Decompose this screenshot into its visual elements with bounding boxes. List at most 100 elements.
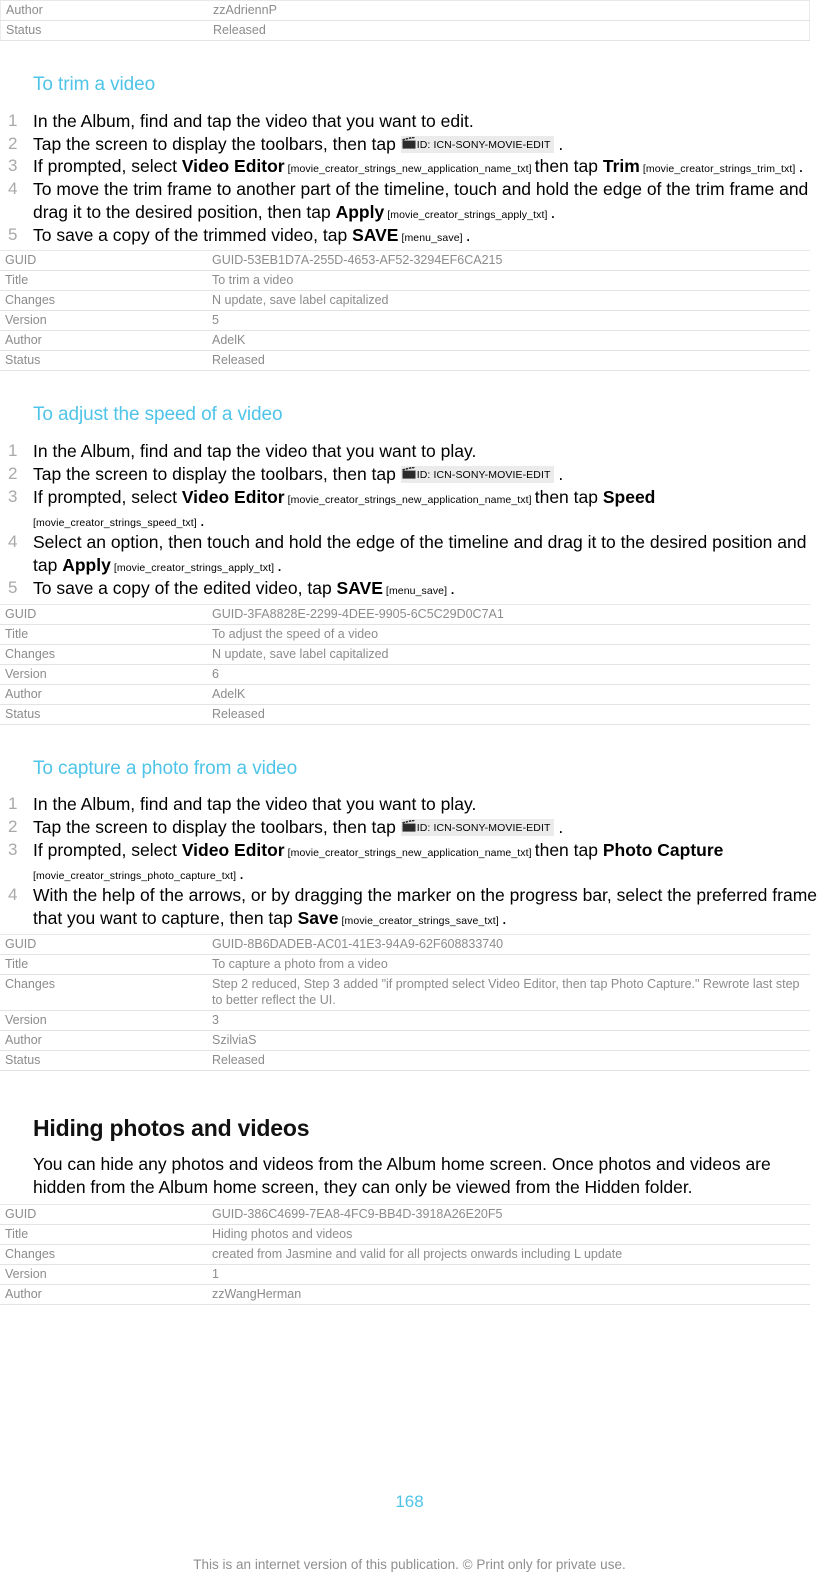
step-number: 3 [8, 839, 18, 859]
metadata-row: Title To capture a photo from a video [0, 953, 810, 975]
string-id: [menu_save] [398, 231, 466, 244]
string-id: [movie_creator_strings_apply_txt] [110, 562, 278, 575]
procedure-section: To capture a photo from a video 1 In the A… [0, 757, 819, 1071]
section-heading: To capture a photo from a video [33, 757, 298, 779]
metadata-key: Changes [0, 1243, 210, 1265]
metadata-value: AdelK [210, 683, 810, 705]
metadata-key: Version [0, 310, 210, 332]
metadata-value: 5 [210, 310, 810, 332]
string-id: [movie_creator_strings_new_application_n… [284, 846, 535, 859]
string-id: [movie_creator_strings_speed_txt] [33, 516, 200, 529]
step-number: 2 [8, 817, 18, 837]
metadata-key: GUID [0, 250, 210, 272]
step-number: 1 [8, 441, 18, 461]
metadata-key: Changes [0, 290, 210, 312]
metadata-value: N update, save label capitalized [210, 290, 810, 312]
icon-id-chip: ID: ICN-SONY-MOVIE-EDIT [400, 466, 554, 484]
procedure-section: To trim a video 1 In the Album, find and t… [0, 74, 819, 405]
movie-edit-clapperboard-icon [401, 136, 416, 149]
metadata-row: Changes N update, save label capitalized [0, 290, 810, 312]
metadata-key: Status [0, 1049, 210, 1071]
ui-term: Trim [602, 156, 640, 177]
step-number: 4 [8, 532, 18, 552]
metadata-rows: GUID GUID-386C4699-7EA8-4FC9-BB4D-3918A26… [0, 1203, 810, 1305]
ui-term: Apply [335, 201, 385, 222]
metadata-row: GUID GUID-53EB1D7A-255D-4653-AF52-3294EF6… [0, 250, 810, 272]
metadata-key: Status [0, 20, 211, 41]
metadata-rows: GUID GUID-3FA8828E-2299-4DEE-9905-6C5C29D… [0, 603, 810, 725]
metadata-key: Version [0, 663, 210, 685]
string-id: [movie_creator_strings_new_application_n… [284, 163, 535, 176]
icon-id-label: ID: ICN-SONY-MOVIE-EDIT [416, 822, 551, 835]
metadata-row: GUID GUID-8B6DADEB-AC01-41E3-94A9-62F6088… [0, 933, 810, 955]
metadata-value: GUID-3FA8828E-2299-4DEE-9905-6C5C29D0C7A… [210, 603, 810, 625]
step-item: 3 If prompted, select Video Editor [movie… [8, 486, 656, 530]
metadata-table-section: GUID GUID-53EB1D7A-255D-4653-AF52-3294EF6… [0, 250, 810, 372]
step-list: 1 In the Album, find and tap the video th… [0, 440, 819, 599]
step-item: 2 Tap the screen to display the toolbars,… [8, 464, 564, 485]
metadata-value: Hiding photos and videos [210, 1223, 810, 1245]
metadata-row: Version 1 [0, 1263, 810, 1285]
movie-edit-clapperboard-icon [401, 467, 416, 479]
metadata-row: Changes Step 2 reduced, Step 3 added "if … [0, 973, 810, 1011]
section-heading: To adjust the speed of a video [33, 404, 283, 426]
metadata-rows: GUID GUID-8B6DADEB-AC01-41E3-94A9-62F6088… [0, 933, 810, 1071]
sections-container: To trim a video 1 In the Album, find and t… [0, 74, 819, 1071]
ui-term: Photo Capture [602, 839, 724, 860]
metadata-row: Title To trim a video [0, 270, 810, 292]
icon-id-chip: ID: ICN-SONY-MOVIE-EDIT [400, 135, 554, 153]
string-id: [movie_creator_strings_new_application_n… [284, 493, 535, 506]
step-number: 5 [8, 224, 18, 244]
metadata-table-section: GUID GUID-3FA8828E-2299-4DEE-9905-6C5C29D… [0, 603, 810, 725]
step-item: 1 In the Album, find and tap the video th… [8, 110, 474, 131]
metadata-row: GUID GUID-386C4699-7EA8-4FC9-BB4D-3918A26… [0, 1203, 810, 1225]
step-number: 4 [8, 179, 18, 199]
metadata-value: 1 [210, 1263, 810, 1285]
step-number: 1 [8, 110, 18, 130]
metadata-value: GUID-8B6DADEB-AC01-41E3-94A9-62F60883374… [210, 933, 810, 955]
metadata-row: Status Released [0, 1049, 810, 1071]
step-item: 2 Tap the screen to display the toolbars,… [8, 817, 564, 838]
metadata-value: AdelK [210, 330, 810, 352]
step-item: 4 Select an option, then touch and hold t… [8, 532, 807, 576]
metadata-key: Version [0, 1009, 210, 1031]
metadata-key: Title [0, 270, 210, 292]
chapter-body-text: You can hide any photos and videos from … [33, 1154, 771, 1198]
metadata-key: GUID [0, 603, 210, 625]
step-number: 2 [8, 464, 18, 484]
metadata-key: GUID [0, 1203, 210, 1225]
step-number: 5 [8, 577, 18, 597]
icon-id-label: ID: ICN-SONY-MOVIE-EDIT [416, 469, 551, 482]
ui-term: Save [297, 908, 339, 929]
metadata-row: Author SzilviaS [0, 1029, 810, 1051]
step-number: 3 [8, 486, 18, 506]
icon-id-label: ID: ICN-SONY-MOVIE-EDIT [416, 138, 551, 151]
chapter-title: Hiding photos and videos [33, 1114, 310, 1141]
metadata-row: Version 3 [0, 1009, 810, 1031]
metadata-table-continued: Author zzAdriennP Status Released [0, 0, 810, 41]
metadata-row: Status Released [0, 703, 810, 725]
step-list: 1 In the Album, find and tap the video th… [0, 793, 819, 930]
step-list: 1 In the Album, find and tap the video th… [0, 110, 819, 247]
metadata-rows: Author zzAdriennP Status Released [0, 0, 810, 41]
metadata-key: Title [0, 1223, 210, 1245]
step-number: 1 [8, 794, 18, 814]
metadata-value: GUID-386C4699-7EA8-4FC9-BB4D-3918A26E20F… [210, 1203, 810, 1225]
ui-term: Apply [62, 555, 111, 576]
page-number: 168 [395, 1492, 424, 1511]
metadata-rows: GUID GUID-53EB1D7A-255D-4653-AF52-3294EF6… [0, 250, 810, 372]
step-item: 1 In the Album, find and tap the video th… [8, 794, 477, 815]
string-id: [movie_creator_strings_trim_txt] [639, 163, 799, 176]
metadata-key: GUID [0, 933, 210, 955]
metadata-row: Version 6 [0, 663, 810, 685]
metadata-row: Author zzWangHerman [0, 1283, 810, 1305]
string-id: [movie_creator_strings_apply_txt] [384, 208, 551, 221]
ui-term: SAVE [336, 577, 383, 598]
metadata-row: GUID GUID-3FA8828E-2299-4DEE-9905-6C5C29D… [0, 603, 810, 625]
metadata-value: Step 2 reduced, Step 3 added "if prompte… [210, 973, 810, 1011]
metadata-key: Status [0, 350, 210, 372]
metadata-value: Released [210, 1049, 810, 1071]
metadata-value: Released [210, 703, 810, 725]
metadata-value: zzAdriennP [211, 0, 810, 21]
ui-term: Speed [602, 486, 656, 507]
